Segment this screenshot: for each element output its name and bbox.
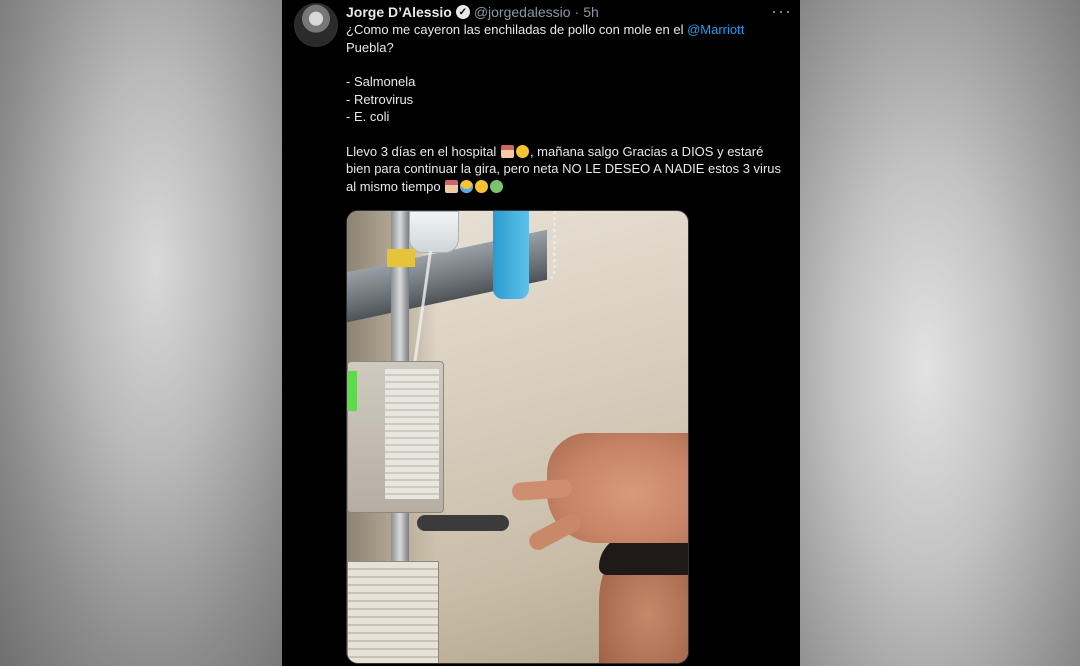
infusion-pump-lower-icon — [347, 561, 439, 663]
screenshot-stage: Jorge D’Alessio ✓ @jorgedalessio · 5h ··… — [0, 0, 1080, 666]
blurred-background-left — [0, 0, 282, 666]
tweet-card: Jorge D’Alessio ✓ @jorgedalessio · 5h ··… — [282, 0, 800, 666]
hospital-emoji-icon — [500, 144, 514, 158]
tweet-line-para2-2: bien para continuar la gira, pero neta N… — [346, 161, 781, 176]
crying-face-emoji-icon — [460, 179, 474, 193]
tweet-line-para2-1: Llevo 3 días en el hospital , mañana sal… — [346, 143, 793, 161]
tweet-timestamp[interactable]: 5h — [583, 4, 599, 20]
tweet-header: Jorge D’Alessio ✓ @jorgedalessio · 5h — [346, 3, 790, 21]
avatar[interactable] — [294, 3, 338, 47]
bed-handle — [417, 515, 509, 531]
tweet-photo[interactable] — [346, 210, 689, 664]
author-handle[interactable]: @jorgedalessio — [474, 4, 571, 20]
list-item: - Retrovirus — [346, 91, 414, 107]
verified-badge-icon: ✓ — [455, 5, 470, 19]
tweet-text-segment: Llevo 3 días en el hospital — [346, 143, 500, 159]
author-name[interactable]: Jorge D’Alessio — [346, 4, 452, 20]
pump-screen — [347, 371, 357, 411]
tweet-text-segment: ¿Como me cayeron las enchiladas de pollo… — [346, 22, 688, 37]
tweet-line-2: Puebla? — [346, 39, 394, 55]
tired-face-emoji-icon — [515, 144, 529, 158]
iv-bag-icon — [409, 211, 459, 253]
separator-dot: · — [574, 4, 580, 20]
pump-label — [385, 369, 439, 499]
list-item: - E. coli — [346, 109, 390, 124]
mention-link[interactable]: @Marriott — [687, 22, 744, 37]
hospital-emoji-icon — [445, 179, 459, 193]
tweet-line-para2-3: al mismo tiempo — [346, 178, 793, 196]
more-options-icon[interactable]: ··· — [771, 1, 792, 22]
tired-face-emoji-icon — [475, 179, 489, 193]
face-mask-icon — [493, 211, 529, 299]
photo-yellow-band — [387, 249, 415, 267]
tweet-text-segment: , mañana salgo Gracias a DIOS y estaré — [529, 143, 764, 159]
tweet-text-segment: al mismo tiempo — [346, 178, 445, 194]
list-item: - Salmonela — [346, 74, 416, 89]
tweet-line-1: ¿Como me cayeron las enchiladas de pollo… — [346, 21, 793, 39]
tweet-text: ¿Como me cayeron las enchiladas de pollo… — [346, 21, 793, 195]
nauseated-face-emoji-icon — [490, 179, 504, 193]
mask-strap — [525, 211, 556, 283]
blurred-background-right — [800, 0, 1080, 666]
